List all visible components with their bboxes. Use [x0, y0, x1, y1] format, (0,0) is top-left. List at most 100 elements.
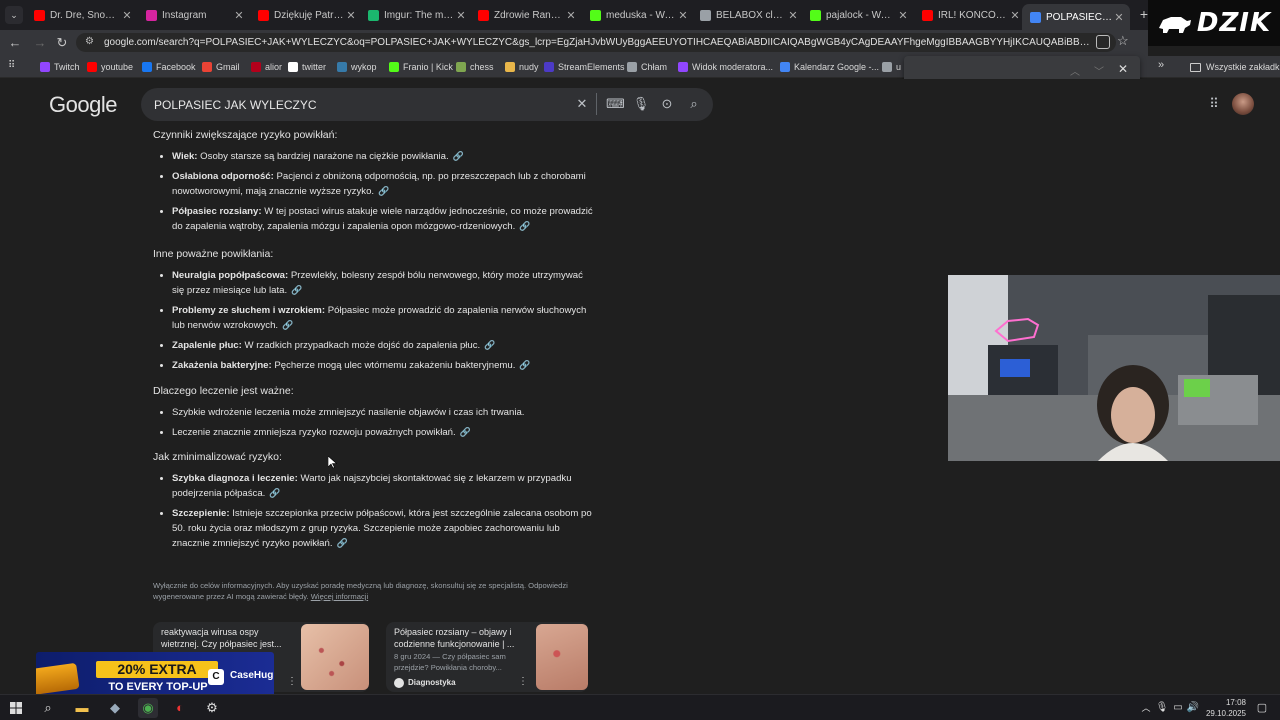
tab-label: Dr. Dre, Snoop Do [50, 9, 120, 21]
bookmark-label: u [896, 62, 902, 72]
tab-search-button[interactable]: ⌄ [5, 6, 23, 24]
bookmark-item[interactable]: Facebook [142, 60, 196, 74]
source-link-icon[interactable]: 🔗 [269, 488, 280, 498]
bookmark-item[interactable]: Kalendarz Google -... [780, 60, 879, 74]
reload-button[interactable]: ↻ [53, 34, 71, 52]
clear-search-icon[interactable]: ✕ [573, 95, 591, 113]
chrome-taskbar-icon[interactable]: ◉ [138, 698, 158, 718]
avatar[interactable] [1232, 93, 1254, 115]
tab-1[interactable]: Dr. Dre, Snoop Do✕ [26, 4, 138, 26]
source-link-icon[interactable]: 🔗 [378, 186, 389, 196]
bookmark-item[interactable]: nudy [505, 60, 539, 74]
voice-search-icon[interactable]: 🎙 [632, 95, 650, 113]
source-link-icon[interactable]: 🔗 [282, 320, 293, 330]
tab-2[interactable]: Instagram ✕ [138, 4, 250, 26]
bookmark-item[interactable]: Gmail [202, 60, 240, 74]
bookmark-item[interactable]: alior [251, 60, 282, 74]
google-logo[interactable]: Google [49, 92, 117, 118]
tab-close-icon[interactable]: ✕ [564, 9, 578, 22]
ad-brand: CaseHug [230, 670, 274, 681]
keyboard-icon[interactable]: ⌨ [606, 95, 625, 113]
tab-close-icon[interactable]: ✕ [1008, 9, 1022, 22]
find-next-icon[interactable]: ﹀ [1094, 63, 1104, 78]
app-icon[interactable]: ◆ [105, 698, 125, 718]
section-heading: Dlaczego leczenie jest ważne: [153, 385, 294, 397]
find-input[interactable] [910, 61, 1058, 81]
site-info-icon[interactable]: ⚙ [85, 36, 94, 47]
bookmark-item[interactable]: Franio | Kick [389, 60, 453, 74]
source-link-icon[interactable]: 🔗 [484, 340, 495, 350]
bookmark-item[interactable]: Chłam [627, 60, 667, 74]
bookmark-item[interactable]: youtube [87, 60, 133, 74]
source-link-icon[interactable]: 🔗 [519, 360, 530, 370]
tab-close-icon[interactable]: ✕ [786, 9, 800, 22]
tab-close-icon[interactable]: ✕ [676, 9, 690, 22]
list-item-term: Półpasiec rozsiany: [172, 206, 262, 217]
tab-9[interactable]: IRL! KOŃCÓWKA✕ [914, 4, 1026, 26]
source-link-icon[interactable]: 🔗 [337, 538, 348, 548]
tab-4[interactable]: Imgur: The magic ✕ [360, 4, 472, 26]
bookmark-label: Kalendarz Google -... [794, 62, 880, 72]
tab-6[interactable]: meduska - Watch ✕ [582, 4, 694, 26]
search-icon[interactable]: ⌕ [685, 95, 703, 113]
clock[interactable]: 17:08 29.10.2025 [1200, 697, 1246, 719]
more-bookmarks-icon[interactable]: » [1158, 59, 1164, 71]
lens-page-icon[interactable] [1096, 35, 1110, 49]
file-explorer-icon[interactable]: ▬ [72, 698, 92, 718]
source-link-icon[interactable]: 🔗 [519, 221, 530, 231]
tab-label: pajalock - Watch [826, 9, 896, 21]
windows-start-icon[interactable] [6, 698, 26, 718]
search-box[interactable]: POLPASIEC JAK WYLECZYC [141, 88, 713, 121]
bookmark-favicon-icon [202, 62, 212, 72]
find-prev-icon[interactable]: ︿ [1070, 63, 1080, 78]
source-card-title[interactable]: Półpasiec rozsiany – objawy i codzienne … [394, 626, 524, 650]
source-card-2[interactable]: Półpasiec rozsiany – objawy i codzienne … [386, 622, 588, 692]
source-link-icon[interactable]: 🔗 [460, 427, 471, 437]
source-card-title[interactable]: reaktywacja wirusa ospy wietrznej. Czy p… [161, 626, 291, 650]
bookmark-label: Facebook [156, 62, 196, 72]
bookmark-item[interactable]: StreamElements [544, 60, 625, 74]
bookmark-favicon-icon [780, 62, 790, 72]
bookmark-item[interactable]: twitter [288, 60, 326, 74]
search-query[interactable]: POLPASIEC JAK WYLECZYC [154, 98, 317, 112]
tab-close-icon[interactable]: ✕ [1112, 11, 1126, 24]
settings-taskbar-icon[interactable]: ⚙ [202, 698, 222, 718]
bookmark-item[interactable]: wykop [337, 60, 377, 74]
tab-5[interactable]: Zdrowie Rano. Pó✕ [470, 4, 582, 26]
all-bookmarks-folder[interactable]: Wszystkie zakładki [1190, 60, 1280, 74]
tab-close-icon[interactable]: ✕ [454, 9, 468, 22]
tab-close-icon[interactable]: ✕ [232, 9, 246, 22]
card-menu-icon[interactable]: ⋮ [287, 676, 297, 687]
tab-close-icon[interactable]: ✕ [896, 9, 910, 22]
forward-button[interactable]: → [31, 34, 49, 52]
bookmark-item[interactable]: u [882, 60, 901, 74]
search-taskbar-icon[interactable]: ⌕ [38, 698, 58, 718]
google-apps-icon[interactable]: ⠿ [1206, 96, 1222, 112]
tab-7[interactable]: BELABOX cloud ✕ [692, 4, 804, 26]
tab-close-icon[interactable]: ✕ [344, 9, 358, 22]
tab-8[interactable]: pajalock - Watch ✕ [802, 4, 914, 26]
address-bar-url: google.com/search?q=POLPASIEC+JAK+WYLECZ… [104, 37, 1094, 48]
address-bar[interactable]: ⚙ google.com/search?q=POLPASIEC+JAK+WYLE… [76, 33, 1116, 52]
bookmark-item[interactable]: Widok moderatora... [678, 60, 773, 74]
find-close-icon[interactable]: ✕ [1118, 62, 1128, 76]
source-link-icon[interactable]: 🔗 [291, 285, 302, 295]
card-menu-icon[interactable]: ⋮ [518, 676, 528, 687]
bookmark-item[interactable]: Twitch [40, 60, 80, 74]
tab-3[interactable]: Dziękuję Patryk, j ✕ [250, 4, 362, 26]
source-card-thumbnail [301, 624, 369, 690]
lens-icon[interactable]: ⊙ [658, 95, 676, 113]
more-info-link[interactable]: Więcej informacji [311, 592, 368, 601]
notifications-icon[interactable]: ▢ [1252, 698, 1272, 718]
tab-close-icon[interactable]: ✕ [120, 9, 134, 22]
obs-taskbar-icon[interactable]: ◐ [170, 698, 190, 718]
tab-10[interactable]: POLPASIEC JAK W✕ [1022, 4, 1130, 30]
kick-icon [590, 9, 601, 21]
source-link-icon[interactable]: 🔗 [453, 151, 464, 161]
bookmark-star-icon[interactable]: ☆ [1117, 33, 1129, 49]
bookmark-item[interactable]: chess [456, 60, 494, 74]
back-button[interactable]: ← [6, 34, 24, 52]
list-item: Neuralgia popółpaścowa: Przewlekły, bole… [153, 268, 593, 298]
apps-grid-icon[interactable]: ⠿ [8, 60, 20, 72]
ad-banner[interactable]: 20% EXTRA TO EVERY TOP-UP C CaseHug [36, 652, 274, 698]
